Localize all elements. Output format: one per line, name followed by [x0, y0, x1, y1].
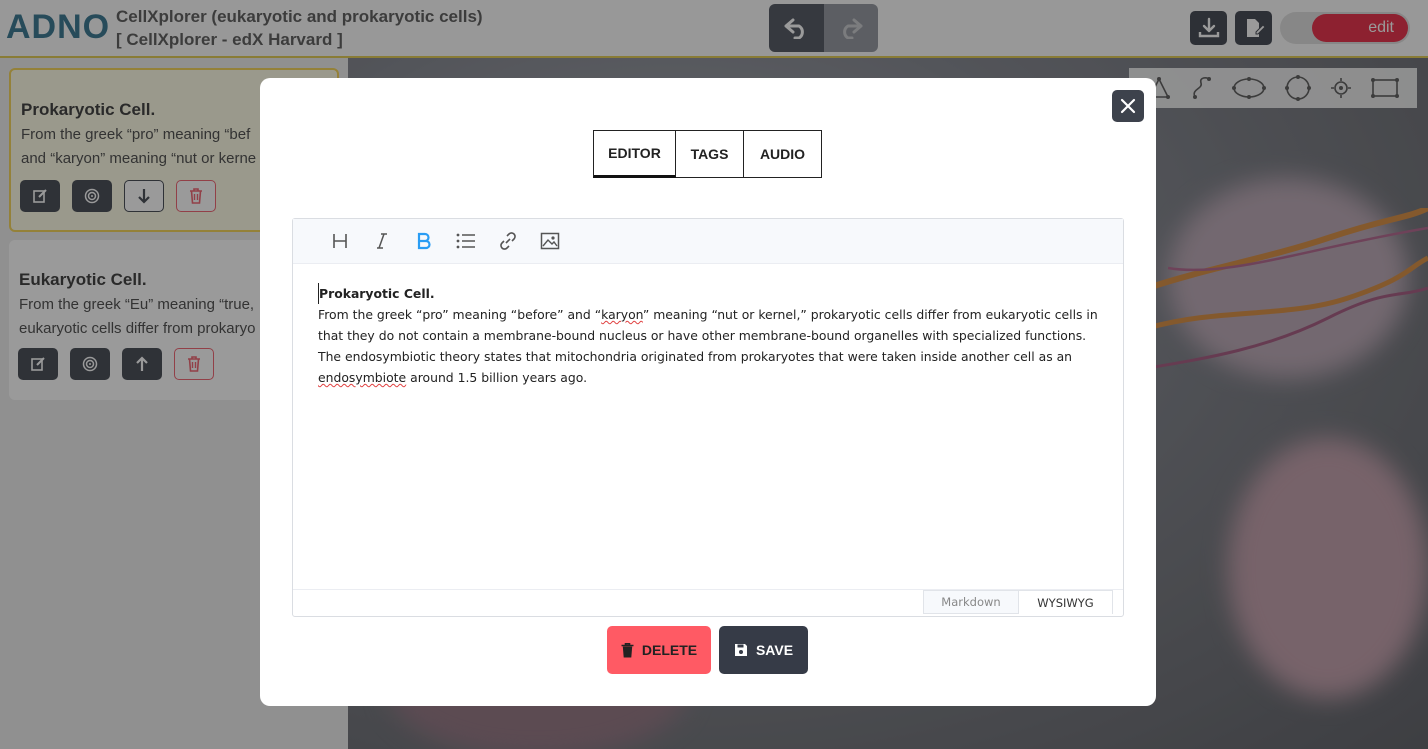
heading-icon	[333, 234, 347, 248]
bold-button[interactable]	[413, 230, 435, 252]
content-text: From the greek “pro” meaning “before” an…	[318, 307, 602, 322]
misspelled-word: endosymbiote	[318, 370, 407, 385]
rich-text-editor: Prokaryotic Cell. From the greek “pro” me…	[292, 218, 1124, 617]
close-icon	[1120, 98, 1136, 114]
bold-icon	[417, 232, 431, 250]
trash-icon	[621, 642, 634, 657]
editor-content-area[interactable]: Prokaryotic Cell. From the greek “pro” me…	[318, 283, 1103, 388]
wysiwyg-mode-tab[interactable]: WYSIWYG	[1019, 590, 1113, 614]
close-modal-button[interactable]	[1112, 90, 1144, 122]
heading-button[interactable]	[329, 230, 351, 252]
image-icon	[540, 232, 560, 250]
editor-mode-switch: Markdown WYSIWYG	[923, 590, 1113, 614]
bullet-list-icon	[456, 233, 475, 249]
tab-audio[interactable]: AUDIO	[744, 130, 822, 178]
delete-label: DELETE	[641, 642, 698, 658]
tab-tags[interactable]: TAGS	[676, 130, 744, 178]
modal-actions: DELETE SAVE	[607, 626, 808, 674]
italic-button[interactable]	[371, 230, 393, 252]
content-text: around 1.5 billion years ago.	[406, 370, 588, 385]
tab-editor[interactable]: EDITOR	[593, 130, 676, 178]
save-label: SAVE	[755, 642, 794, 658]
content-title: Prokaryotic Cell.	[318, 283, 1103, 304]
editor-toolbar	[293, 219, 1123, 264]
editor-tabs: EDITOR TAGS AUDIO	[593, 130, 822, 178]
misspelled-word: karyon	[601, 307, 643, 322]
link-button[interactable]	[497, 230, 519, 252]
image-button[interactable]	[539, 230, 561, 252]
markdown-mode-tab[interactable]: Markdown	[923, 590, 1019, 614]
link-icon	[500, 232, 516, 250]
delete-button[interactable]: DELETE	[607, 626, 711, 674]
save-icon	[734, 644, 747, 656]
italic-icon	[377, 233, 387, 249]
save-button[interactable]: SAVE	[719, 626, 808, 674]
annotation-editor-modal: EDITOR TAGS AUDIO Prokaryotic Cell. From…	[260, 78, 1156, 706]
bullet-list-button[interactable]	[455, 230, 477, 252]
